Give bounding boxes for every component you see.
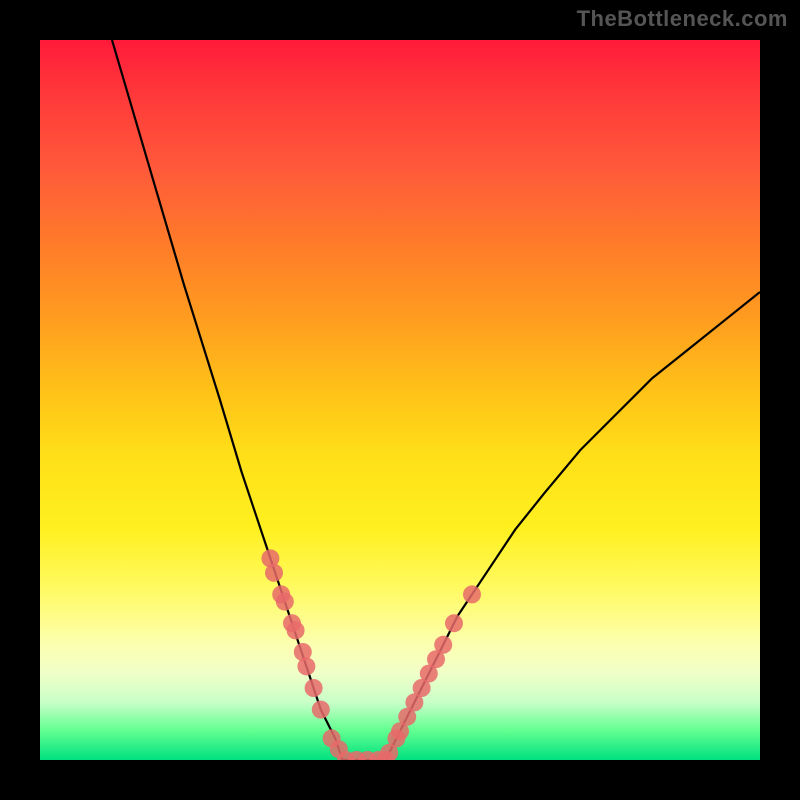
watermark-text: TheBottleneck.com [577,6,788,32]
scatter-dot [265,564,283,582]
scatter-dot [287,621,305,639]
plot-area [40,40,760,760]
chart-svg [40,40,760,760]
scatter-dot [276,593,294,611]
curve-right-branch [386,292,760,760]
scatter-dot [297,657,315,675]
scatter-dot [434,636,452,654]
scatter-dot [463,585,481,603]
scatter-dot [445,614,463,632]
scatter-dots [261,549,481,760]
scatter-dot [305,679,323,697]
scatter-dot [312,701,330,719]
